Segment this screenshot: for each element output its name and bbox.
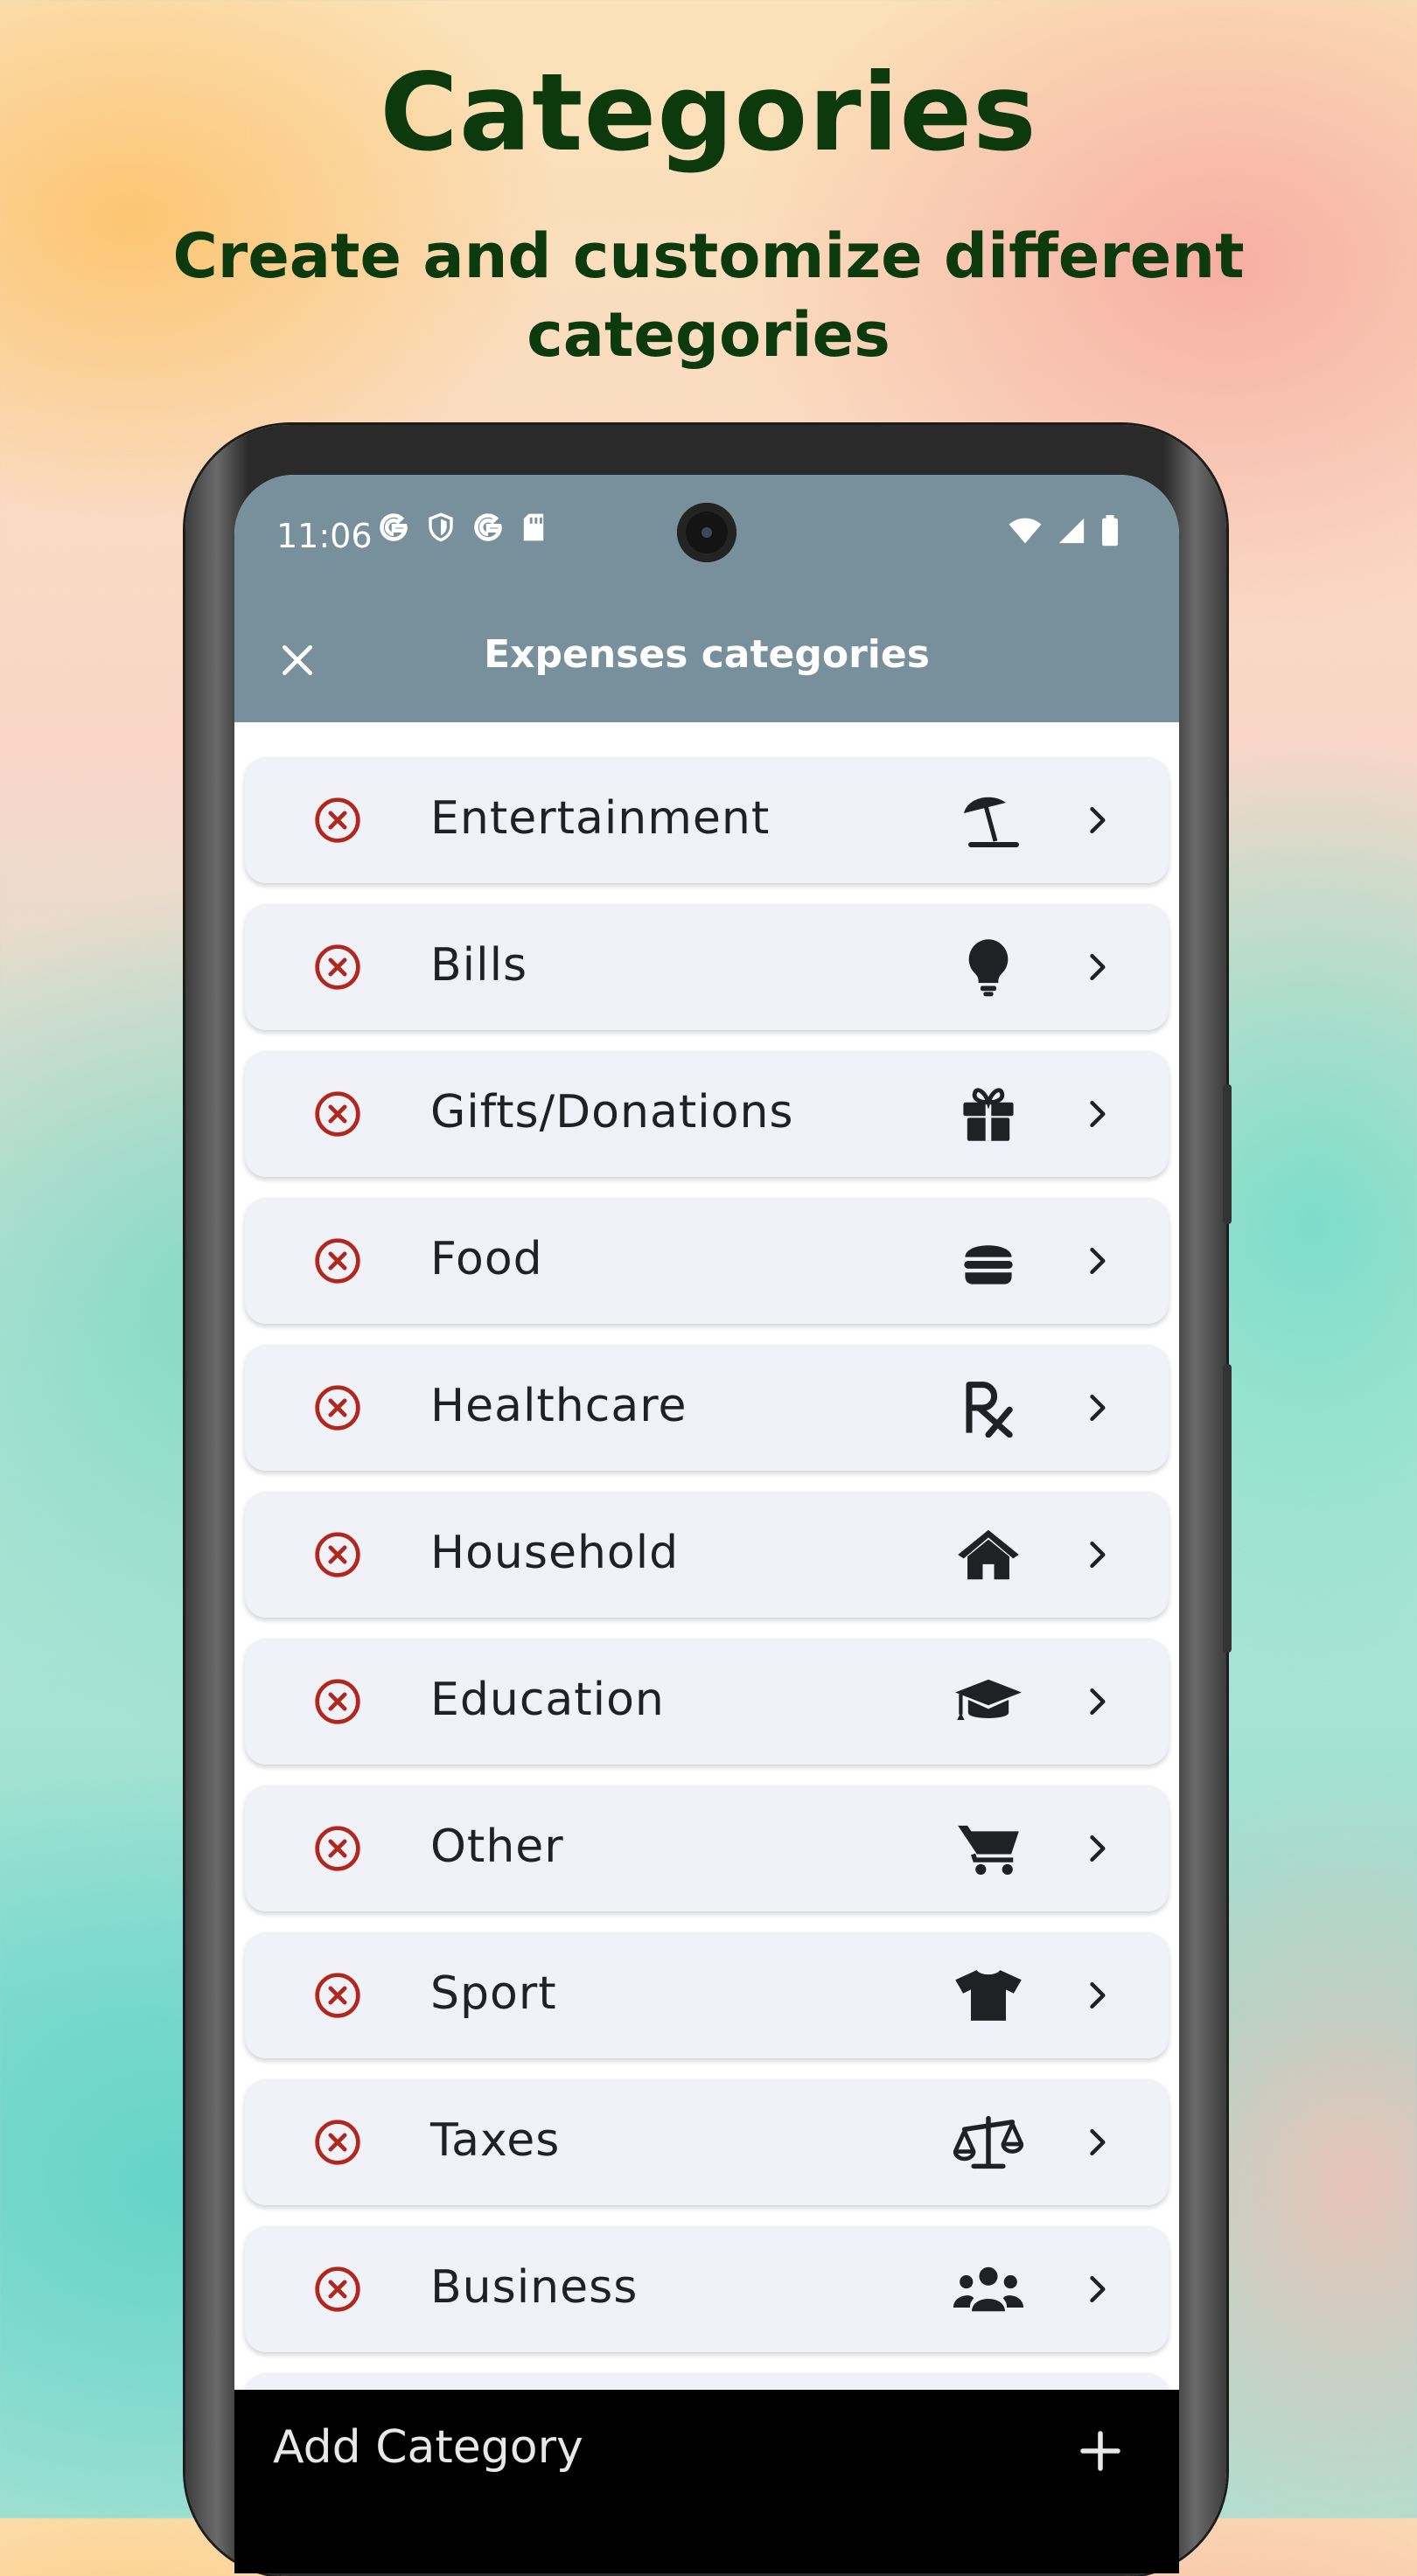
front-camera [677, 503, 736, 562]
delete-category-icon[interactable] [313, 1677, 362, 1726]
category-label: Bills [430, 939, 528, 992]
phone-volume-button [1223, 1084, 1232, 1224]
category-label: Business [430, 2261, 639, 2314]
delete-category-icon[interactable] [313, 2265, 362, 2314]
delete-category-icon[interactable] [313, 1236, 362, 1285]
status-time: 11:06 [276, 517, 373, 555]
chevron-right-icon [1090, 1247, 1106, 1275]
delete-category-icon[interactable] [313, 1090, 362, 1138]
category-label: Gifts/Donations [430, 1086, 794, 1138]
chevron-right-icon [1090, 806, 1106, 834]
chevron-right-icon [1090, 1835, 1106, 1862]
category-label: Taxes [430, 2114, 561, 2167]
category-label: Sport [430, 1967, 557, 2020]
category-row-bills[interactable]: Bills [245, 904, 1169, 1030]
add-category-label: Add Category [273, 2421, 583, 2474]
plus-icon[interactable] [1074, 2425, 1127, 2477]
category-label: Entertainment [430, 792, 771, 845]
delete-category-icon[interactable] [313, 1530, 362, 1579]
google-icon [474, 513, 502, 541]
shield-icon [429, 512, 453, 542]
google-icon [380, 513, 408, 541]
chevron-right-icon [1090, 2128, 1106, 2156]
promo-title: Categories [380, 51, 1037, 175]
status-icons-left [378, 512, 546, 543]
category-label: Food [430, 1233, 543, 1285]
category-row-taxes[interactable]: Taxes [245, 2079, 1169, 2205]
delete-category-icon[interactable] [313, 1824, 362, 1873]
hamburger-icon [953, 1229, 1023, 1292]
sd-card-icon [523, 513, 544, 541]
users-icon [953, 2258, 1023, 2321]
battery-icon [1102, 515, 1118, 547]
chevron-right-icon [1090, 2275, 1106, 2303]
chevron-right-icon [1090, 1541, 1106, 1569]
promo-subtitle: Create and customize different categorie… [172, 220, 1245, 371]
category-row-healthcare[interactable]: Healthcare [245, 1345, 1169, 1471]
phone-screen: 11:06 Expenses categories Entertainment [234, 475, 1179, 2573]
category-label: Other [430, 1821, 564, 1873]
chevron-right-icon [1090, 953, 1106, 981]
status-icons-right [1008, 515, 1120, 547]
delete-category-icon[interactable] [313, 2118, 362, 2167]
gift-icon [953, 1083, 1023, 1145]
delete-category-icon[interactable] [313, 943, 362, 992]
delete-category-icon[interactable] [313, 1971, 362, 2020]
chevron-right-icon [1090, 1688, 1106, 1716]
category-label: Healthcare [430, 1380, 688, 1432]
delete-category-icon[interactable] [313, 1383, 362, 1432]
category-row-sport[interactable]: Sport [245, 1932, 1169, 2058]
chevron-right-icon [1090, 1981, 1106, 2009]
graduation-cap-icon [953, 1670, 1023, 1733]
category-row-other[interactable]: Other [245, 1786, 1169, 1911]
chevron-right-icon [1090, 1394, 1106, 1422]
category-row-education[interactable]: Education [245, 1639, 1169, 1765]
prescription-icon [953, 1376, 1023, 1439]
category-row-gifts-donations[interactable]: Gifts/Donations [245, 1051, 1169, 1177]
category-label: Education [430, 1674, 665, 1726]
category-label: Household [430, 1527, 680, 1579]
cell-signal-icon [1058, 518, 1085, 544]
add-category-bar[interactable]: Add Category [234, 2390, 1179, 2573]
category-row-entertainment[interactable]: Entertainment [245, 757, 1169, 883]
app-bar: 11:06 Expenses categories [234, 475, 1179, 722]
app-bar-title: Expenses categories [484, 632, 930, 677]
category-list: Entertainment Bills Gifts/Donations Food… [234, 722, 1179, 2499]
category-row-household[interactable]: Household [245, 1492, 1169, 1618]
delete-category-icon[interactable] [313, 796, 362, 845]
beach-umbrella-icon [953, 789, 1023, 852]
home-icon [953, 1523, 1023, 1586]
phone-power-button [1223, 1364, 1232, 1653]
category-row-food[interactable]: Food [245, 1198, 1169, 1324]
wifi-icon [1009, 518, 1042, 544]
chevron-right-icon [1090, 1100, 1106, 1128]
category-row-business[interactable]: Business [245, 2226, 1169, 2352]
balance-scale-icon [953, 2111, 1023, 2174]
lightbulb-icon [953, 936, 1023, 999]
shopping-cart-icon [953, 1817, 1023, 1880]
tshirt-icon [953, 1964, 1023, 2027]
